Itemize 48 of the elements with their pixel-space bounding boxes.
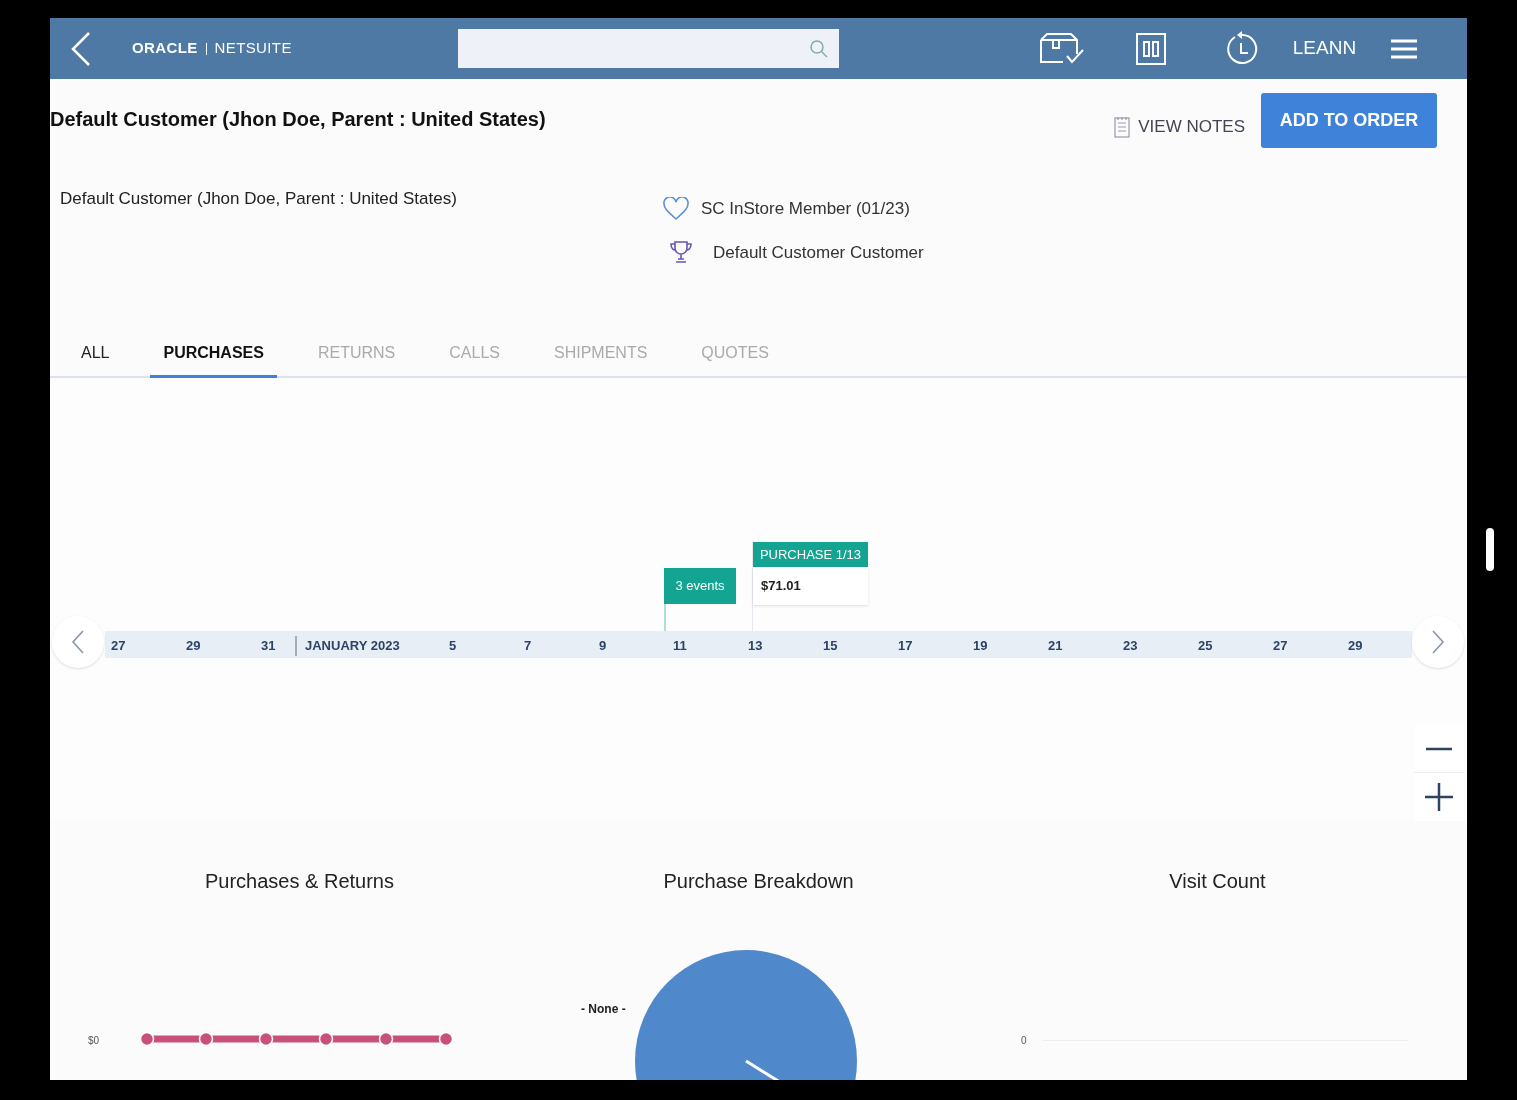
purchase-event[interactable]: PURCHASE 1/13 $71.01 <box>752 542 868 632</box>
date-label: 27 <box>1273 637 1288 655</box>
date-label: 21 <box>1048 637 1063 655</box>
date-label: 9 <box>599 637 607 655</box>
date-label: 7 <box>524 637 532 655</box>
user-name[interactable]: LEANN <box>1292 34 1357 63</box>
chart-title: Visit Count <box>1169 869 1266 894</box>
chevron-right-icon <box>1431 630 1445 654</box>
package-icon[interactable] <box>1038 31 1085 66</box>
logo: ORACLE NETSUITE <box>132 38 292 59</box>
columns-icon[interactable] <box>1134 31 1167 66</box>
chart-title: Purchase Breakdown <box>663 869 854 894</box>
axis-label: $0 <box>88 1034 100 1048</box>
back-icon[interactable] <box>70 30 92 67</box>
tab[interactable]: ALL <box>68 341 123 378</box>
chart-title: Purchases & Returns <box>205 869 394 894</box>
chevron-left-icon <box>71 630 85 654</box>
customer-name: Default Customer (Jhon Doe, Parent : United States) <box>60 189 457 208</box>
plus-icon <box>1425 783 1453 811</box>
date-label: 29 <box>186 637 201 655</box>
date-label: 19 <box>973 637 988 655</box>
notepad-icon <box>1114 115 1131 138</box>
scroll-indicator <box>1486 528 1494 571</box>
date-label: 15 <box>823 637 838 655</box>
menu-icon[interactable] <box>1390 37 1419 60</box>
membership-label: SC InStore Member (01/23) <box>701 198 910 220</box>
add-to-order-button[interactable]: ADD TO ORDER <box>1261 93 1437 148</box>
customer-title: Default Customer (Jhon Doe, Parent : United States) <box>50 107 546 132</box>
date-label: 27 <box>111 637 126 655</box>
search-field[interactable] <box>457 29 839 68</box>
date-label: 13 <box>748 637 763 655</box>
date-label: 25 <box>1198 637 1213 655</box>
slice-label: - None - <box>581 1001 626 1018</box>
date-label: 31 <box>261 637 276 655</box>
month-label: JANUARY 2023 <box>295 636 400 656</box>
heart-icon <box>663 196 689 221</box>
date-label: 5 <box>449 637 457 655</box>
history-icon[interactable] <box>1224 30 1259 67</box>
axis-label: 0 <box>1021 1034 1027 1048</box>
trophy-icon <box>669 240 693 265</box>
view-notes-button[interactable]: VIEW NOTES <box>1112 113 1247 140</box>
date-label: 17 <box>898 637 913 655</box>
search-icon <box>808 38 829 59</box>
date-label: 23 <box>1123 637 1138 655</box>
date-label: 11 <box>673 637 687 655</box>
date-label: 29 <box>1348 637 1363 655</box>
minus-icon <box>1426 746 1452 751</box>
tier-label: Default Customer Customer <box>713 241 924 264</box>
